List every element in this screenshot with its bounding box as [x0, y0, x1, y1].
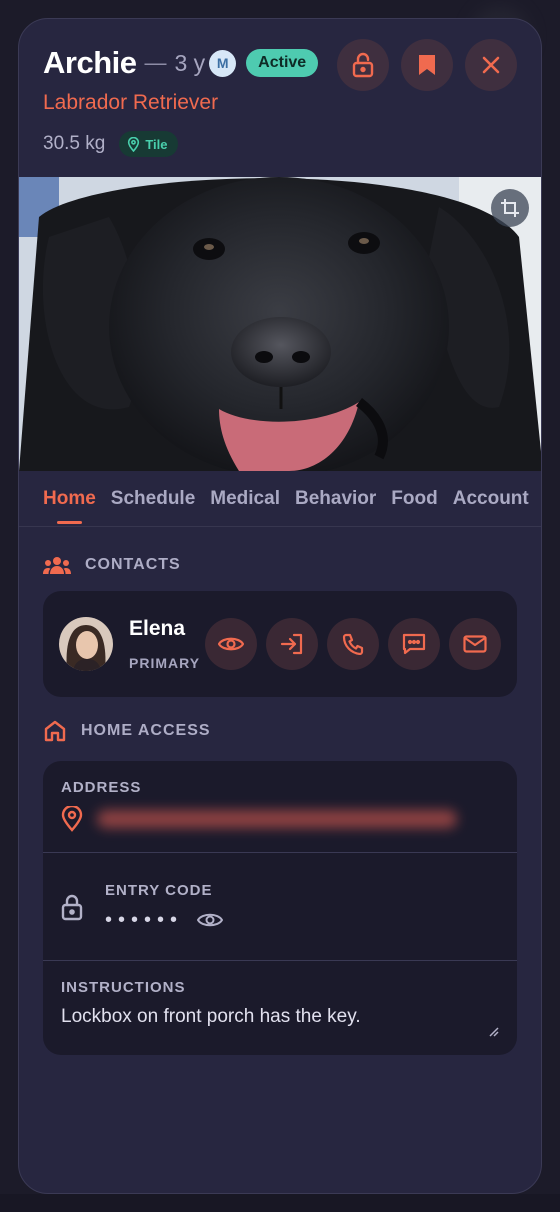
- pet-photo: [19, 177, 541, 471]
- instructions-row: INSTRUCTIONS Lockbox on front porch has …: [43, 961, 517, 1055]
- phone-icon: [342, 633, 364, 655]
- call-contact-button[interactable]: [327, 618, 379, 670]
- close-icon: [482, 56, 500, 74]
- address-row[interactable]: ADDRESS: [43, 761, 517, 853]
- instructions-label: INSTRUCTIONS: [61, 979, 186, 996]
- pet-weight: 30.5 kg: [43, 133, 106, 154]
- tab-account[interactable]: Account: [453, 488, 529, 510]
- header-actions: [337, 39, 517, 91]
- contact-role: PRIMARY: [129, 655, 201, 671]
- tile-badge-label: Tile: [145, 136, 168, 152]
- crop-icon: [501, 199, 519, 217]
- tab-schedule[interactable]: Schedule: [111, 488, 195, 510]
- pet-name: Archie: [43, 45, 137, 80]
- address-label: ADDRESS: [61, 779, 142, 796]
- email-contact-button[interactable]: [449, 618, 501, 670]
- entry-code-row: ENTRY CODE ••••••: [43, 853, 517, 961]
- tile-tracker-badge[interactable]: Tile: [119, 131, 178, 157]
- contact-actions: [205, 618, 501, 670]
- home-access-card: ADDRESS ENTRY CODE •••••• INSTRUCTIONS L…: [43, 761, 517, 1055]
- home-access-section-title: HOME ACCESS: [19, 719, 541, 743]
- address-line: [61, 806, 499, 832]
- tab-medical[interactable]: Medical: [210, 488, 280, 510]
- mail-icon: [463, 635, 487, 653]
- login-icon: [280, 633, 303, 655]
- section-tabs: Home Schedule Medical Behavior Food Acco…: [19, 471, 541, 527]
- avatar: [59, 617, 113, 671]
- lock-open-icon: [352, 52, 374, 78]
- dog-photo-illustration: [19, 177, 541, 471]
- message-icon: [402, 633, 426, 655]
- resize-handle-icon[interactable]: [487, 1025, 499, 1037]
- location-pin-icon: [128, 136, 140, 152]
- tab-behavior[interactable]: Behavior: [295, 488, 376, 510]
- entry-code-line: ••••••: [105, 908, 224, 932]
- home-icon: [44, 720, 66, 742]
- pet-breed: Labrador Retriever: [43, 91, 219, 114]
- sex-badge: M: [209, 49, 237, 77]
- primary-contact-card[interactable]: Elena PRIMARY: [43, 591, 517, 697]
- contacts-section-title: CONTACTS: [19, 555, 541, 575]
- message-contact-button[interactable]: [388, 618, 440, 670]
- entry-code-content: ENTRY CODE ••••••: [105, 881, 224, 932]
- tab-food[interactable]: Food: [391, 488, 437, 510]
- entry-code-value: ••••••: [105, 908, 184, 931]
- crop-photo-button[interactable]: [491, 189, 529, 227]
- bookmark-icon: [419, 55, 435, 75]
- contact-info: Elena PRIMARY: [129, 617, 205, 671]
- pet-header: Archie — 3 y M Active Labrador Retriever…: [19, 19, 541, 177]
- view-contact-button[interactable]: [205, 618, 257, 670]
- background-strip: [0, 1194, 560, 1212]
- eye-icon: [218, 637, 244, 651]
- separator-dash: —: [144, 50, 167, 75]
- tab-home[interactable]: Home: [43, 488, 96, 524]
- map-pin-icon: [61, 806, 83, 832]
- contact-name: Elena: [129, 617, 186, 640]
- pet-age: 3 y: [174, 49, 206, 76]
- bookmark-button[interactable]: [401, 39, 453, 91]
- address-value-redacted: [97, 810, 457, 828]
- close-button[interactable]: [465, 39, 517, 91]
- home-access-title-text: HOME ACCESS: [81, 722, 211, 739]
- entry-code-label: ENTRY CODE: [105, 881, 213, 899]
- lock-button[interactable]: [337, 39, 389, 91]
- instructions-textarea[interactable]: Lockbox on front porch has the key.: [61, 1006, 499, 1028]
- contacts-title-text: CONTACTS: [85, 556, 181, 573]
- meta-row: 30.5 kg Tile: [43, 131, 517, 157]
- pet-detail-card: Archie — 3 y M Active Labrador Retriever…: [18, 18, 542, 1194]
- login-as-contact-button[interactable]: [266, 618, 318, 670]
- status-badge: Active: [246, 49, 319, 77]
- people-group-icon: [43, 557, 71, 574]
- reveal-code-eye-icon[interactable]: [197, 911, 224, 929]
- lock-icon: [61, 894, 83, 920]
